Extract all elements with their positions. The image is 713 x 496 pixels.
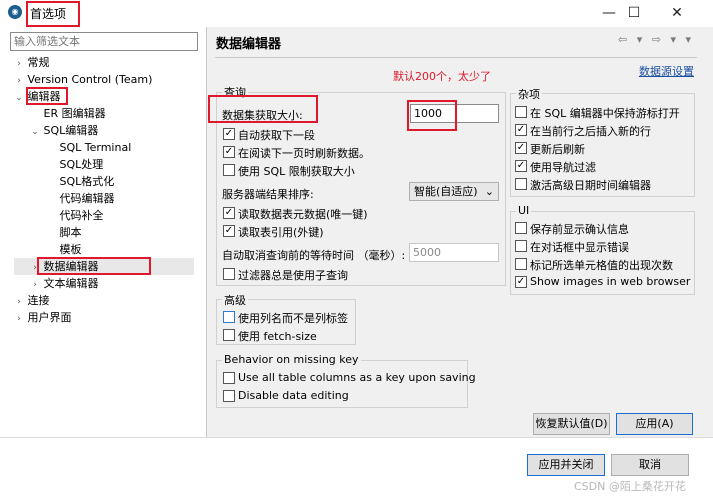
close-button[interactable]: ✕ (654, 2, 700, 24)
sql-limit-label: 使用 SQL 限制获取大小 (238, 165, 355, 178)
server-sort-label: 服务器端结果排序: (222, 188, 314, 201)
maximize-button[interactable]: ☐ (611, 2, 657, 24)
watermark: CSDN @陌上桑花开花 (574, 480, 686, 493)
insert-after-label: 在当前行之后插入新的行 (530, 125, 651, 138)
cancel-wait-label: 自动取消查询前的等待时间 （毫秒）: (222, 249, 406, 262)
ui-group-label: UI (516, 204, 532, 217)
tree-item-sql-format[interactable]: SQL格式化 (14, 173, 204, 190)
missing-key-group-label: Behavior on missing key (222, 353, 361, 366)
read-references-checkbox[interactable]: ✓ (223, 225, 235, 237)
confirm-save-checkbox[interactable] (515, 222, 527, 234)
tree-item-version-control[interactable]: › Version Control (Team) (14, 71, 204, 88)
all-columns-key-label: Use all table columns as a key upon savi… (238, 371, 476, 384)
tree-item-text-editor[interactable]: › 文本编辑器 (14, 275, 204, 292)
highlight-box-title (26, 1, 80, 27)
datetime-editor-label: 激活高级日期时间编辑器 (530, 179, 651, 192)
filter-input[interactable] (10, 32, 198, 51)
filter-subquery-checkbox[interactable] (223, 268, 235, 280)
disable-editing-checkbox[interactable] (223, 390, 235, 402)
cancel-wait-input[interactable]: 5000 (409, 243, 499, 262)
images-browser-label: Show images in web browser (530, 275, 691, 288)
app-icon: ◉ (8, 5, 22, 19)
tree-item-er-editor[interactable]: ER 图编辑器 (14, 105, 204, 122)
datetime-editor-checkbox[interactable] (515, 178, 527, 190)
tree-item-sql-terminal[interactable]: SQL Terminal (14, 139, 204, 156)
tree-item-code-completion[interactable]: 代码补全 (14, 207, 204, 224)
chevron-down-icon[interactable]: ⌄ (14, 90, 24, 107)
tree-item-user-interface[interactable]: › 用户界面 (14, 309, 204, 326)
title-bar: ◉ 首选项 — ☐ ✕ (0, 0, 713, 27)
use-fetch-size-checkbox[interactable] (223, 329, 235, 341)
refresh-on-page-checkbox[interactable]: ✓ (223, 146, 235, 158)
divider (0, 437, 713, 438)
navigation-arrows-icon[interactable]: ⇦ ▾ ⇨ ▾ ▾ (618, 33, 694, 46)
highlight-box-data-editor (37, 257, 151, 275)
server-sort-select[interactable]: 智能(自适应) ⌄ (409, 182, 499, 201)
apply-and-close-button[interactable]: 应用并关闭 (527, 454, 605, 476)
column-names-label: 使用列名而不是列标签 (238, 312, 348, 325)
cancel-button[interactable]: 取消 (611, 454, 689, 476)
use-fetch-size-label: 使用 fetch-size (238, 330, 317, 343)
tree-item-general[interactable]: › 常规 (14, 54, 204, 71)
tree-item-code-editor[interactable]: 代码编辑器 (14, 190, 204, 207)
chevron-down-icon: ⌄ (484, 185, 494, 198)
tree-item-templates[interactable]: 模板 (14, 241, 204, 258)
read-metadata-label: 读取数据表元数据(唯一键) (238, 208, 368, 221)
tree-item-sql-editor[interactable]: ⌄ SQL编辑器 (14, 122, 204, 139)
dialog-errors-checkbox[interactable] (515, 240, 527, 252)
images-browser-checkbox[interactable]: ✓ (515, 276, 527, 288)
highlight-box-fetch-label (208, 95, 318, 123)
chevron-down-icon[interactable]: ⌄ (30, 124, 40, 141)
keep-cursor-label: 在 SQL 编辑器中保持游标打开 (530, 107, 680, 120)
tree-item-connections[interactable]: › 连接 (14, 292, 204, 309)
advanced-group-label: 高级 (222, 292, 248, 308)
nav-filter-checkbox[interactable]: ✓ (515, 160, 527, 172)
refresh-after-update-checkbox[interactable]: ✓ (515, 142, 527, 154)
page-title: 数据编辑器 (216, 37, 282, 52)
keep-cursor-checkbox[interactable] (515, 106, 527, 118)
disable-editing-label: Disable data editing (238, 389, 349, 402)
read-metadata-checkbox[interactable]: ✓ (223, 207, 235, 219)
highlight-box-fetch-value (407, 100, 457, 131)
mark-occurrences-label: 标记所选单元格值的出现次数 (530, 259, 673, 272)
nav-filter-label: 使用导航过滤 (530, 161, 596, 174)
tree-item-sql-processing[interactable]: SQL处理 (14, 156, 204, 173)
apply-button[interactable]: 应用(A) (616, 413, 693, 435)
tree-item-scripts[interactable]: 脚本 (14, 224, 204, 241)
chevron-right-icon[interactable]: › (14, 311, 24, 328)
highlight-box-editors (26, 87, 68, 105)
mark-occurrences-checkbox[interactable] (515, 258, 527, 270)
misc-group-label: 杂项 (516, 86, 542, 102)
restore-defaults-button[interactable]: 恢复默认值(D) (533, 413, 610, 435)
filter-subquery-label: 过滤器总是使用子查询 (238, 269, 348, 282)
sql-limit-checkbox[interactable] (223, 164, 235, 176)
auto-fetch-checkbox[interactable]: ✓ (223, 128, 235, 140)
all-columns-key-checkbox[interactable] (223, 372, 235, 384)
insert-after-checkbox[interactable]: ✓ (515, 124, 527, 136)
dialog-errors-label: 在对话框中显示错误 (530, 241, 629, 254)
column-names-checkbox[interactable] (223, 311, 235, 323)
refresh-on-page-label: 在阅读下一页时刷新数据。 (238, 147, 370, 160)
datasource-settings-link[interactable]: 数据源设置 (639, 63, 694, 79)
divider (215, 57, 697, 58)
read-references-label: 读取表引用(外键) (238, 226, 324, 239)
refresh-after-update-label: 更新后刷新 (530, 143, 585, 156)
annotation-note: 默认200个，太少了 (393, 70, 491, 83)
confirm-save-label: 保存前显示确认信息 (530, 223, 629, 236)
auto-fetch-label: 自动获取下一段 (238, 129, 315, 142)
